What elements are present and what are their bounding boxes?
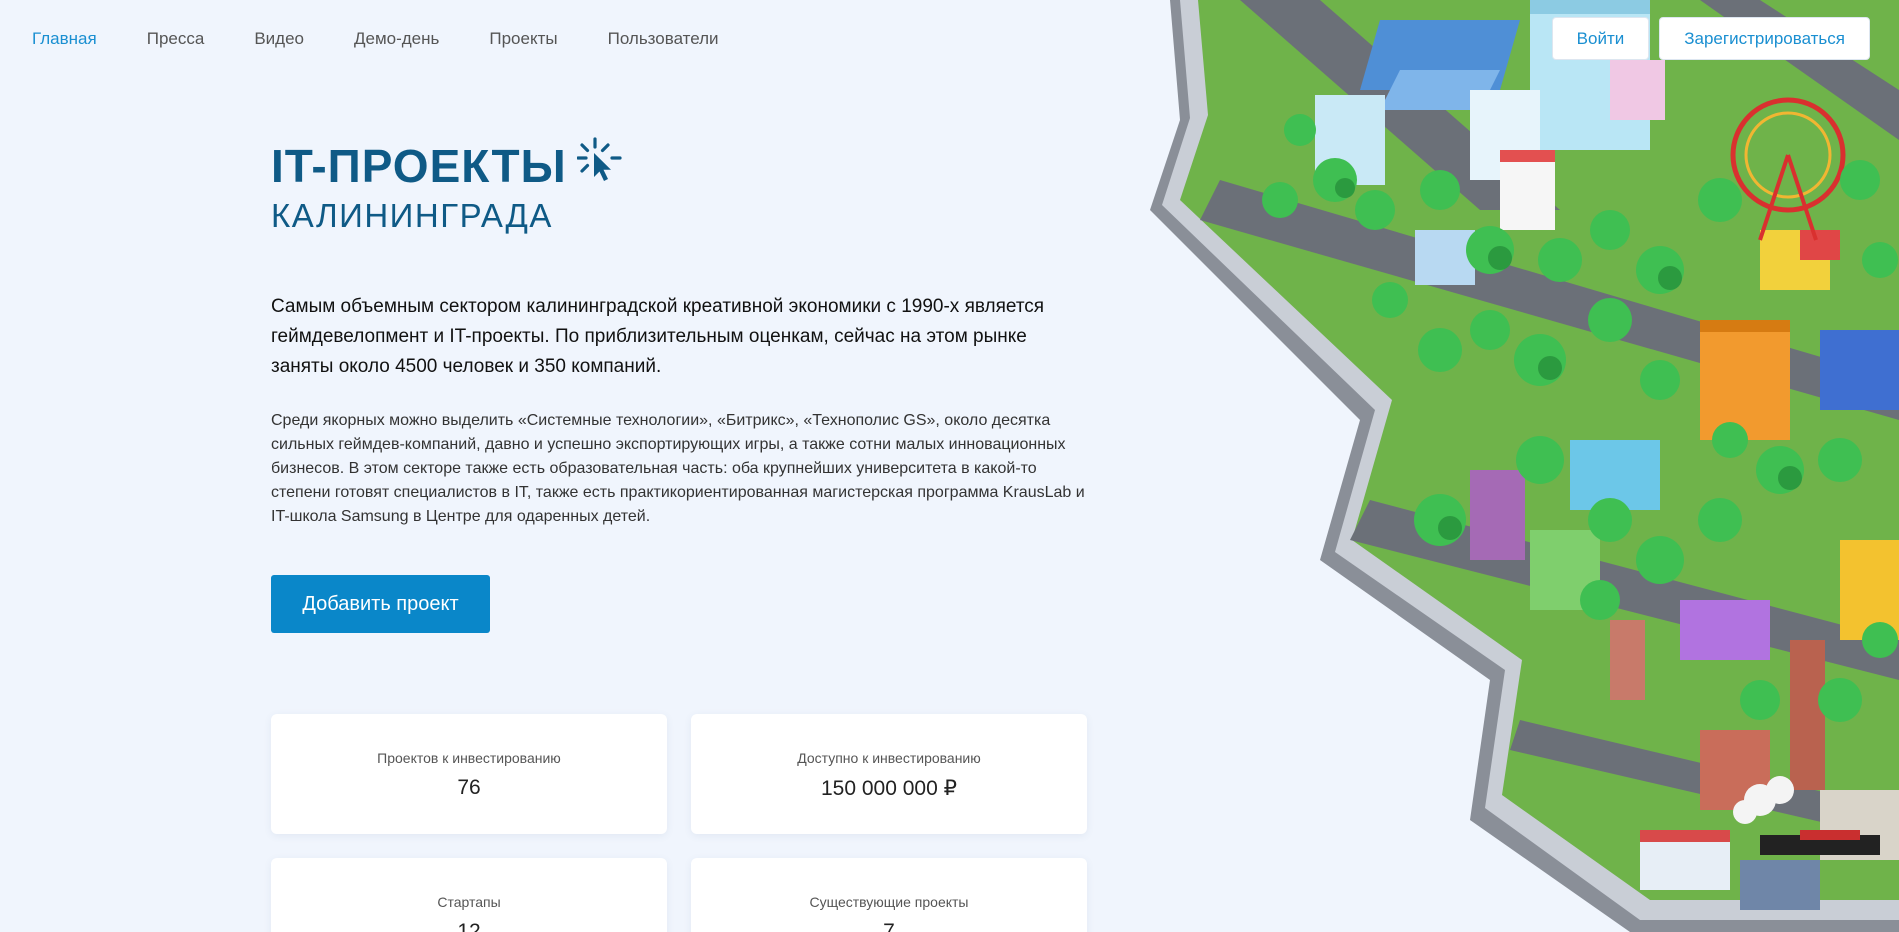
stat-value: 12 (457, 920, 481, 932)
nav-item-demo-day[interactable]: Демо-день (354, 29, 439, 49)
login-button[interactable]: Войти (1551, 17, 1650, 60)
stat-label: Доступно к инвестированию (797, 750, 981, 766)
stat-card: Стартапы 12 (271, 858, 667, 932)
page-title-line2: КАЛИНИНГРАДА (271, 197, 553, 234)
stat-label: Стартапы (437, 894, 501, 910)
page-title-line1: IT-ПРОЕКТЫ (271, 139, 567, 192)
cursor-click-icon (576, 136, 623, 195)
nav-item-home[interactable]: Главная (32, 29, 97, 49)
stat-card: Существующие проекты 7 (691, 858, 1087, 932)
register-button[interactable]: Зарегистрироваться (1659, 17, 1870, 60)
main-nav: Главная Пресса Видео Демо-день Проекты П… (32, 29, 769, 49)
page-title: IT-ПРОЕКТЫ КАЛИНИНГРАДА (271, 136, 623, 235)
add-project-button[interactable]: Добавить проект (271, 575, 490, 633)
lead-paragraph: Самым объемным сектором калининградской … (271, 296, 1045, 377)
auth-buttons: Войти Зарегистрироваться (1551, 17, 1870, 60)
isometric-city-illustration (1140, 0, 1899, 932)
nav-item-projects[interactable]: Проекты (489, 29, 557, 49)
nav-item-video[interactable]: Видео (254, 29, 304, 49)
stat-value: 76 (457, 776, 481, 799)
stat-value: 150 000 000 ₽ (821, 777, 957, 800)
stat-card: Доступно к инвестированию 150 000 000 ₽ (691, 714, 1087, 834)
stat-label: Существующие проекты (809, 894, 969, 910)
nav-item-users[interactable]: Пользователи (608, 29, 719, 49)
stat-value: 7 (883, 920, 895, 932)
description-paragraph: Среди якорных можно выделить «Системные … (271, 412, 1085, 525)
stat-label: Проектов к инвестированию (377, 750, 561, 766)
nav-item-press[interactable]: Пресса (147, 29, 205, 49)
stat-card: Проектов к инвестированию 76 (271, 714, 667, 834)
